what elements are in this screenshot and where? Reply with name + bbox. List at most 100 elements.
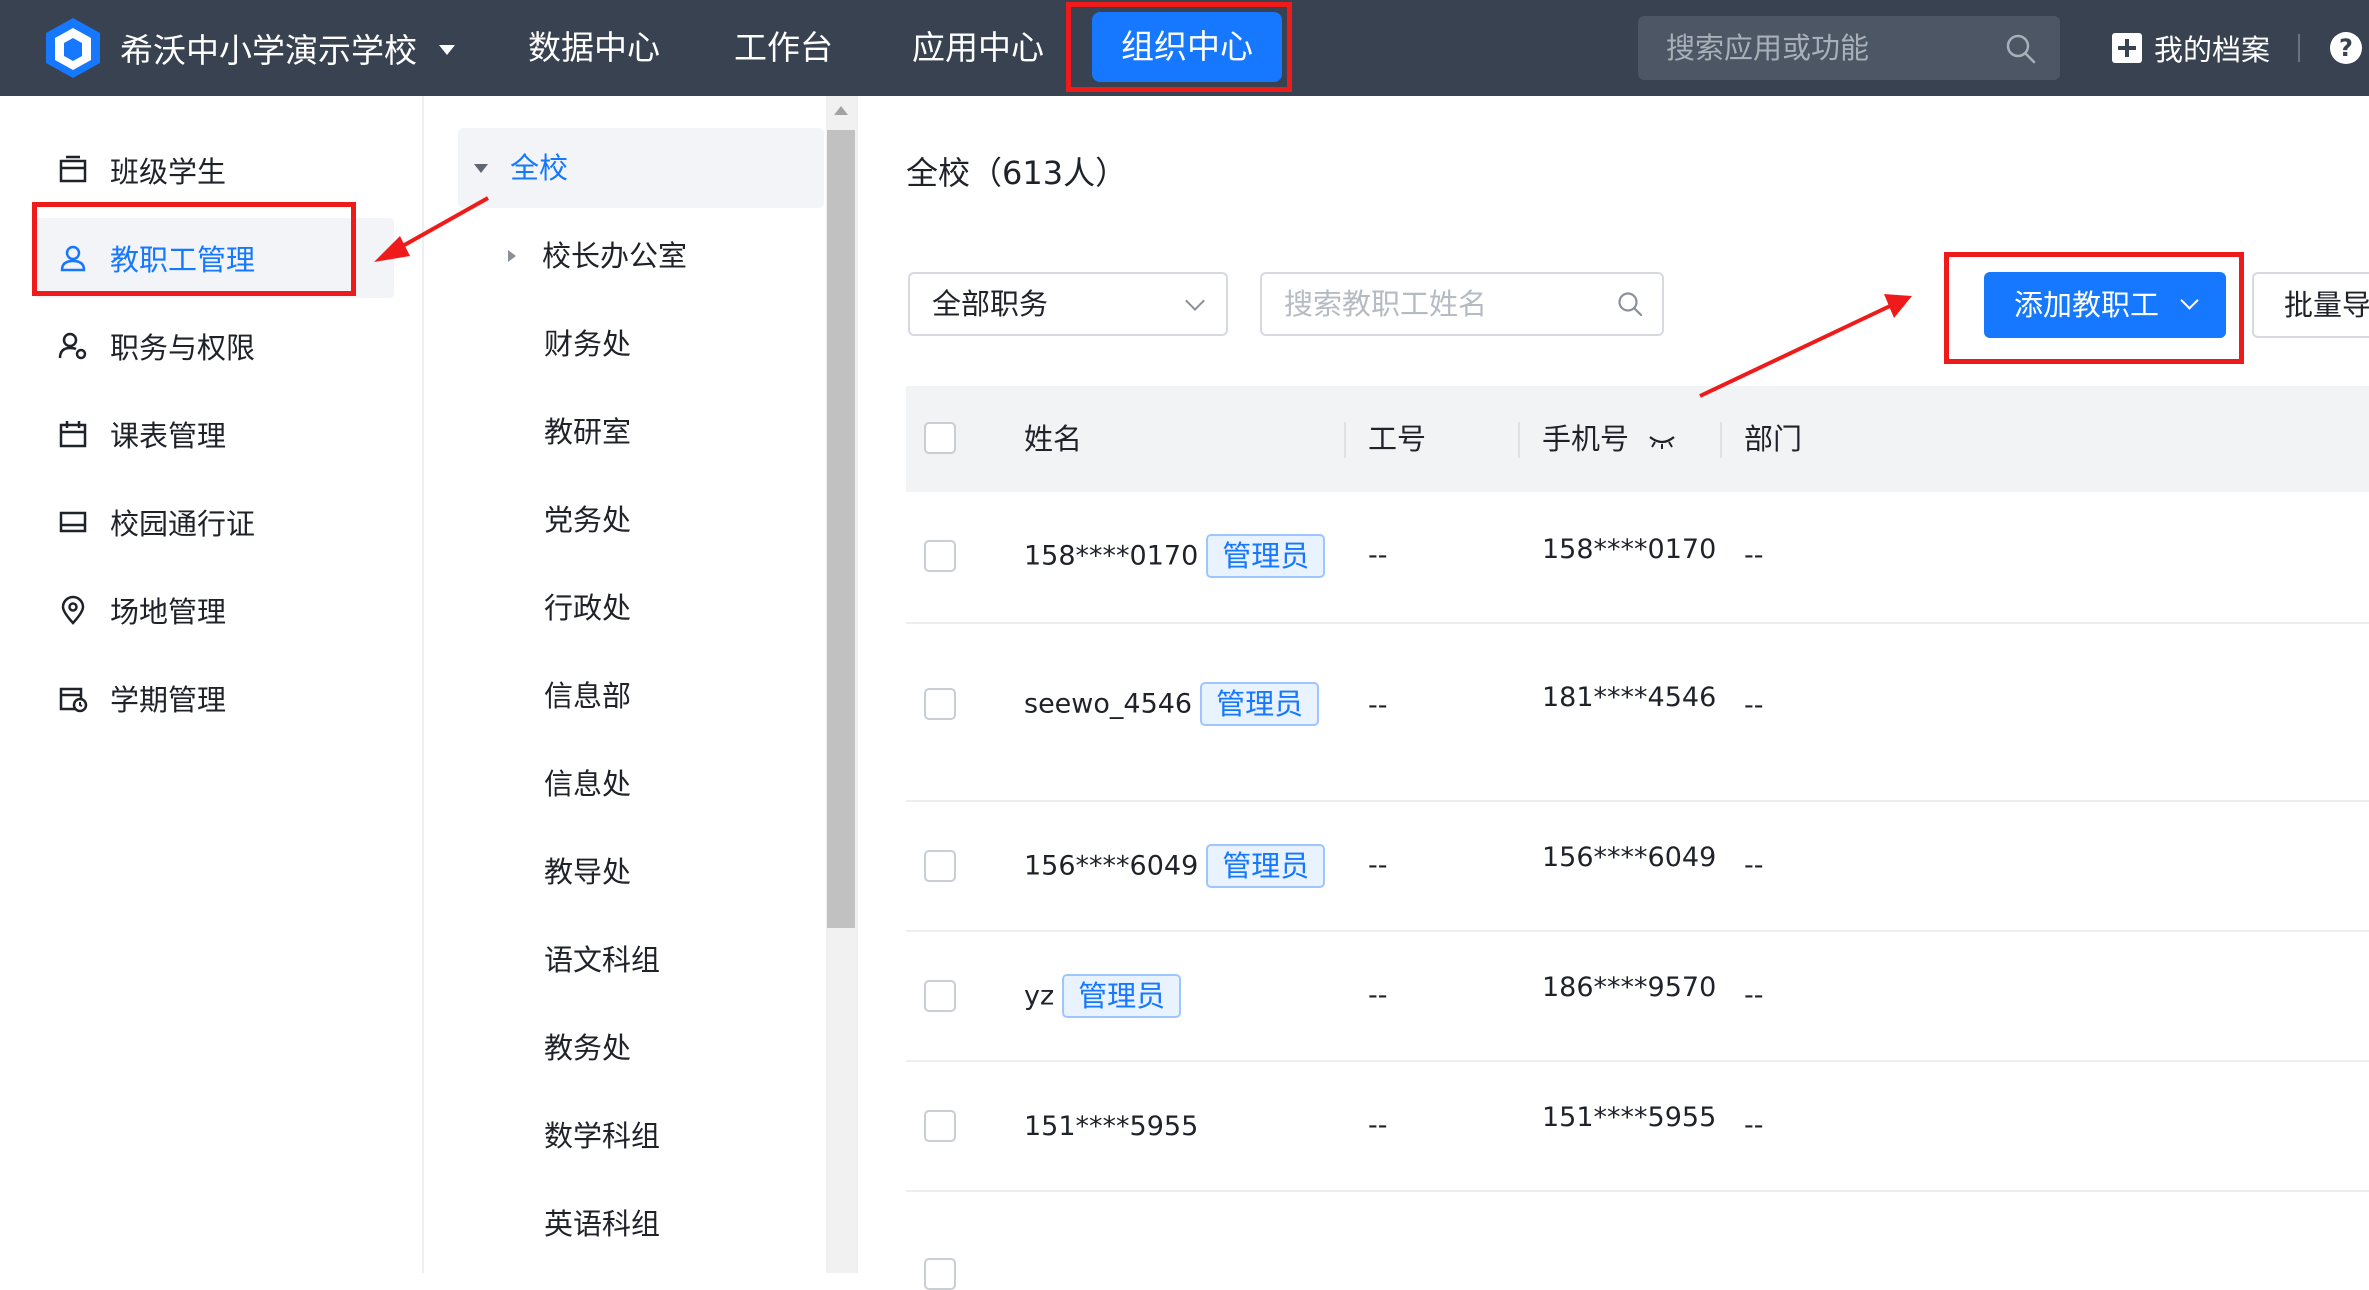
row-id: -- <box>1368 540 1388 571</box>
column-header-phone-label: 手机号 <box>1542 422 1630 456</box>
tree-item[interactable]: 教研室 <box>544 392 631 472</box>
my-profile-link[interactable]: 我的档案 <box>2112 24 2270 72</box>
sidebar-item-label: 职务与权限 <box>110 331 256 365</box>
admin-badge: 管理员 <box>1206 534 1326 578</box>
calendar-clock-icon <box>59 687 88 713</box>
tree-item[interactable]: 英语科组 <box>544 1184 660 1264</box>
scroll-up-icon[interactable] <box>834 106 848 115</box>
nav-app-center[interactable]: 应用中心 <box>912 24 1044 72</box>
table-row[interactable]: 158****0170 管理员 -- 158****0170 -- <box>906 492 2369 624</box>
row-checkbox[interactable] <box>924 1258 956 1290</box>
sidebar-item-label: 场地管理 <box>110 595 227 629</box>
table-row[interactable]: 151****5955 -- 151****5955 -- <box>906 1062 2369 1192</box>
row-name: yz 管理员 <box>1024 974 1182 1018</box>
select-all-checkbox[interactable] <box>924 422 956 454</box>
scrollbar-thumb[interactable] <box>827 130 855 928</box>
table-row[interactable]: 156****6049 管理员 -- 156****6049 -- <box>906 802 2369 932</box>
table-row[interactable] <box>906 1192 2369 1290</box>
sidebar-item-class-students[interactable]: 班级学生 <box>34 130 394 210</box>
tree-item[interactable]: 教导处 <box>544 832 631 912</box>
role-filter-value: 全部职务 <box>932 287 1049 321</box>
school-logo-icon <box>46 18 100 78</box>
row-id: -- <box>1368 850 1388 881</box>
global-search <box>1638 16 2060 80</box>
sidebar-item-timetable[interactable]: 课表管理 <box>34 394 394 474</box>
sidebar-item-roles-permissions[interactable]: 职务与权限 <box>34 306 394 386</box>
staff-name: 151****5955 <box>1024 1111 1199 1142</box>
tree-root-whole-school[interactable]: 全校 <box>458 128 824 208</box>
row-dept: -- <box>1744 690 1764 721</box>
annotation-highlight-add-button <box>1944 252 2244 364</box>
caret-down-icon <box>474 164 488 173</box>
batch-import-button[interactable]: 批量导入 <box>2252 272 2369 338</box>
nav-workbench[interactable]: 工作台 <box>734 24 833 72</box>
sidebar-item-semester[interactable]: 学期管理 <box>34 658 394 738</box>
tree-item[interactable]: 信息处 <box>544 744 631 824</box>
tree-item[interactable]: 数学科组 <box>544 1096 660 1176</box>
location-pin-icon <box>61 595 85 625</box>
sidebar-item-venue[interactable]: 场地管理 <box>34 570 394 650</box>
row-checkbox[interactable] <box>924 850 956 882</box>
nav-data-center[interactable]: 数据中心 <box>528 24 660 72</box>
caret-down-icon <box>439 45 455 55</box>
tree-item[interactable]: 教务处 <box>544 1008 631 1088</box>
staff-search-input[interactable] <box>1262 274 1602 334</box>
table-row[interactable]: seewo_4546 管理员 -- 181****4546 -- <box>906 624 2369 802</box>
role-filter-select[interactable]: 全部职务 <box>908 272 1228 336</box>
sidebar-item-label: 学期管理 <box>110 683 227 717</box>
global-search-input[interactable] <box>1638 16 1998 80</box>
tree-item-principal-office[interactable]: 校长办公室 <box>426 216 826 296</box>
my-profile-label: 我的档案 <box>2154 33 2271 67</box>
row-phone: 156****6049 <box>1542 842 1717 873</box>
staff-name: seewo_4546 <box>1024 688 1193 720</box>
calendar-icon <box>59 421 87 448</box>
row-checkbox[interactable] <box>924 540 956 572</box>
help-icon[interactable]: ? <box>2330 32 2362 64</box>
search-icon[interactable] <box>2004 32 2038 66</box>
column-divider <box>1344 422 1346 458</box>
user-permission-icon <box>58 332 87 360</box>
tree-item[interactable]: 财务处 <box>544 304 631 384</box>
page-title: 全校（613人） <box>906 154 1128 192</box>
caret-right-icon[interactable] <box>508 250 516 262</box>
row-checkbox[interactable] <box>924 1110 956 1142</box>
eye-closed-icon[interactable] <box>1648 433 1676 449</box>
annotation-highlight-staff <box>32 202 356 296</box>
row-name: 158****0170 管理员 <box>1024 534 1326 578</box>
staff-name: yz <box>1024 980 1055 1012</box>
row-dept: -- <box>1744 850 1764 881</box>
column-divider <box>1518 422 1520 458</box>
tree-item[interactable]: 行政处 <box>544 568 631 648</box>
tree-item[interactable]: 语文科组 <box>544 920 660 1000</box>
tree-item[interactable]: 党务处 <box>544 480 631 560</box>
row-checkbox[interactable] <box>924 688 956 720</box>
admin-badge: 管理员 <box>1062 974 1182 1018</box>
row-id: -- <box>1368 1110 1388 1141</box>
divider <box>2298 34 2300 62</box>
table-row[interactable]: yz 管理员 -- 186****9570 -- <box>906 932 2369 1062</box>
search-icon[interactable] <box>1616 290 1644 318</box>
row-checkbox[interactable] <box>924 980 956 1012</box>
tree-item-label: 校长办公室 <box>542 239 688 273</box>
row-phone: 158****0170 <box>1542 534 1717 565</box>
row-name: seewo_4546 管理员 <box>1024 682 1320 726</box>
column-header-name: 姓名 <box>1024 422 1083 456</box>
card-icon <box>59 511 87 533</box>
column-header-id: 工号 <box>1368 422 1427 456</box>
column-divider <box>1720 422 1722 458</box>
staff-name: 158****0170 <box>1024 540 1199 572</box>
staff-search <box>1260 272 1664 336</box>
tree-root-label: 全校 <box>510 151 569 185</box>
row-id: -- <box>1368 980 1388 1011</box>
sidebar-item-campus-pass[interactable]: 校园通行证 <box>34 482 394 562</box>
calendar-board-icon <box>59 155 87 183</box>
tree-item[interactable]: 信息部 <box>544 656 631 736</box>
tree-scrollbar[interactable] <box>826 96 856 1273</box>
school-switcher[interactable]: 希沃中小学演示学校 <box>120 24 455 72</box>
chevron-down-icon <box>1185 291 1205 311</box>
table-header: 姓名 工号 手机号 部门 <box>906 386 2369 492</box>
row-phone: 181****4546 <box>1542 682 1717 713</box>
column-header-dept: 部门 <box>1744 422 1803 456</box>
row-phone: 186****9570 <box>1542 972 1717 1003</box>
row-dept: -- <box>1744 540 1764 571</box>
